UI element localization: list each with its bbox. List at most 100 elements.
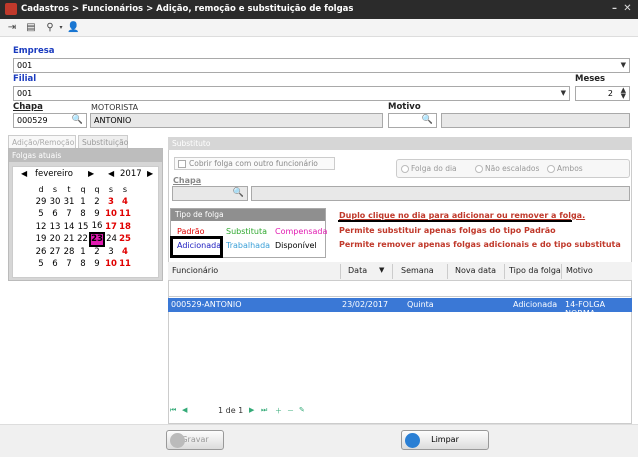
calendar-day[interactable]: 19 [34,233,48,246]
calendar-day[interactable]: 3 [104,246,118,259]
col-tipo-folga[interactable]: Tipo da folga [509,266,561,275]
weekday-header: q [94,184,100,194]
calendar-day[interactable]: 11 [118,208,132,221]
calendar-day[interactable]: 4 [118,196,132,209]
users-icon[interactable]: 👤 [67,22,79,34]
tab-adicao-remocao[interactable]: Adição/Remoção [8,135,76,148]
substituto-chapa-input[interactable]: 🔍 [172,186,248,201]
gravar-label: Gravar [181,435,209,444]
nome-value: ANTONIO [94,116,132,125]
calendar[interactable]: ◀ fevereiro ▶ ◀ 2017 ▶ d s t q q s s 29 … [12,166,159,278]
calendar-day[interactable]: 25 [118,233,132,246]
search-icon[interactable]: 🔍 [422,115,433,125]
calendar-day[interactable]: 6 [48,258,62,271]
next-page-icon[interactable]: ▶ [249,406,254,414]
calendar-day[interactable]: 4 [118,246,132,259]
add-icon[interactable]: ＋ [275,406,282,416]
col-semana[interactable]: Semana [401,266,434,275]
calendar-day[interactable]: 14 [62,221,76,234]
legend-disponivel: Disponível [275,241,317,250]
calendar-day[interactable]: 28 [62,246,76,259]
tab-substituicao[interactable]: Substituição [78,135,128,148]
calendar-day[interactable]: 24 [104,233,118,246]
radio-folga-do-dia[interactable] [401,165,409,173]
sort-down-icon[interactable]: ▼ [379,266,384,274]
chevron-down-icon[interactable]: ▾ [55,22,67,34]
calendar-day[interactable]: 9 [90,258,104,271]
search-icon[interactable]: 🔍 [233,188,244,198]
gravar-button[interactable]: Gravar [166,430,224,450]
first-page-icon[interactable]: ⏮ [170,406,176,415]
search-icon[interactable]: 🔍 [72,115,83,125]
legend-compensada: Compensada [275,227,328,236]
calendar-day[interactable]: 13 [48,221,62,234]
calendar-day[interactable]: 7 [62,258,76,271]
next-month-icon[interactable]: ▶ [88,169,94,178]
calendar-day[interactable]: 31 [62,196,76,209]
col-funcionario[interactable]: Funcionário [172,266,218,275]
calendar-day[interactable]: 2 [90,246,104,259]
calendar-day[interactable]: 7 [62,208,76,221]
prev-page-icon[interactable]: ◀ [182,406,187,414]
calendar-day[interactable]: 8 [76,208,90,221]
cell-funcionario: 000529-ANTONIO [171,300,242,309]
calendar-day[interactable]: 1 [76,196,90,209]
radio-ambos[interactable] [547,165,555,173]
calendar-day[interactable]: 20 [48,233,62,246]
calendar-day[interactable]: 3 [104,196,118,209]
calendar-day[interactable]: 8 [76,258,90,271]
prev-month-icon[interactable]: ◀ [21,169,27,178]
prev-year-icon[interactable]: ◀ [108,169,114,178]
limpar-button[interactable]: Limpar [401,430,489,450]
motivo-label: Motivo [388,102,421,112]
calendar-day[interactable]: 18 [118,221,132,234]
calendar-day[interactable]: 27 [48,246,62,259]
exit-icon[interactable]: ⇥ [6,22,18,34]
cobrir-folga-checkbox-row[interactable]: Cobrir folga com outro funcionário [174,157,335,170]
radio-nao-escalados[interactable] [475,165,483,173]
calendar-day[interactable]: 21 [62,233,76,246]
calendar-day[interactable]: 26 [34,246,48,259]
edit-icon[interactable]: ✎ [299,406,305,414]
calendar-day[interactable]: 16 [90,221,104,234]
motivo-input[interactable]: 🔍 [388,113,437,128]
filial-select[interactable]: 001 ▼ [13,86,570,101]
chapa-input[interactable]: 000529 🔍 [13,113,87,128]
cobrir-folga-checkbox[interactable] [178,160,186,168]
calendar-day[interactable]: 22 [76,233,90,246]
col-nova-data[interactable]: Nova data [455,266,496,275]
minimize-icon[interactable]: – [609,4,620,15]
calendar-day[interactable]: 11 [118,258,132,271]
calendar-day[interactable]: 9 [90,208,104,221]
id-card-icon[interactable]: ▤ [25,22,37,34]
empresa-select[interactable]: 001 ▼ [13,58,630,73]
legend-padrao: Padrão [177,227,205,236]
calendar-day[interactable]: 12 [34,221,48,234]
calendar-day[interactable]: 6 [48,208,62,221]
calendar-day[interactable]: 10 [104,258,118,271]
calendar-day[interactable]: 10 [104,208,118,221]
meses-spinner[interactable]: 2 ▲ ▼ [575,86,630,101]
calendar-day[interactable]: 1 [76,246,90,259]
calendar-day[interactable]: 2 [90,196,104,209]
tipo-folga-header: Tipo de folga [171,209,325,221]
calendar-day-selected[interactable]: 23 [89,232,105,247]
calendar-day[interactable]: 5 [34,258,48,271]
col-separator [447,264,448,279]
remove-icon[interactable]: － [287,406,294,416]
col-motivo[interactable]: Motivo [566,266,593,275]
calendar-day[interactable]: 29 [34,196,48,209]
col-separator [561,264,562,279]
table-row[interactable]: 000529-ANTONIO 23/02/2017 Quinta Adicion… [168,298,632,318]
calendar-day[interactable]: 15 [76,221,90,234]
last-page-icon[interactable]: ⏭ [261,406,267,415]
calendar-day[interactable]: 5 [34,208,48,221]
col-data[interactable]: Data [348,266,367,275]
calendar-day[interactable]: 17 [104,221,118,234]
calendar-day[interactable]: 30 [48,196,62,209]
next-year-icon[interactable]: ▶ [147,169,153,178]
grid-filter-row[interactable] [168,282,632,297]
radio-folga-do-dia-label: Folga do dia [411,164,457,173]
spinner-arrows-icon[interactable]: ▲ ▼ [621,87,626,100]
close-icon[interactable]: ✕ [622,4,633,15]
